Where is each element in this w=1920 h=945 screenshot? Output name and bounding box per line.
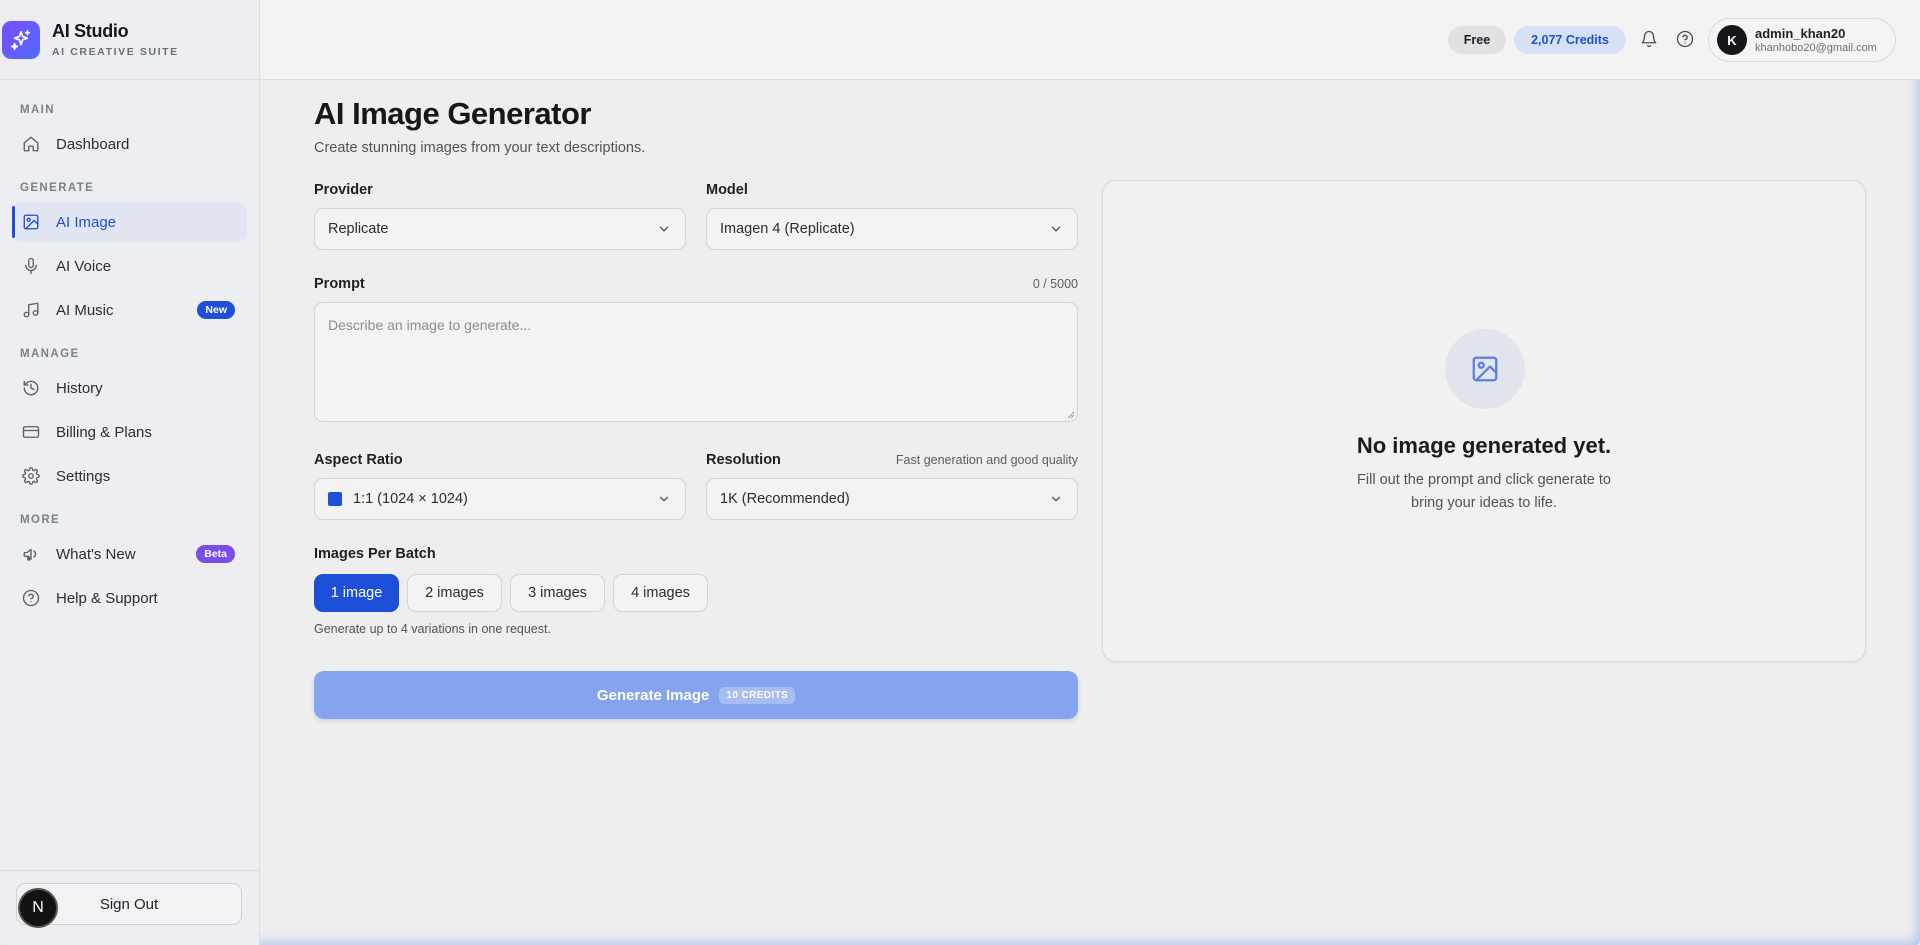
brand: AI Studio AI CREATIVE SUITE xyxy=(0,0,259,80)
page-title: AI Image Generator xyxy=(314,96,591,131)
sidebar: AI Studio AI CREATIVE SUITE MAIN Dashboa… xyxy=(0,0,260,945)
main-area: Free 2,077 Credits K admin_khan20 khanho… xyxy=(260,0,1920,945)
resize-handle-icon[interactable] xyxy=(1065,409,1075,419)
credit-cost-badge: 10 CREDITS xyxy=(719,686,796,704)
prompt-input[interactable]: Describe an image to generate... xyxy=(314,302,1078,422)
help-circle-icon[interactable] xyxy=(1676,30,1696,50)
floating-avatar[interactable]: N xyxy=(18,888,58,928)
sidebar-item-label: Settings xyxy=(56,467,111,485)
image-icon xyxy=(22,213,40,231)
resolution-value: 1K (Recommended) xyxy=(720,491,850,507)
provider-select[interactable]: Replicate xyxy=(314,208,686,250)
topbar: Free 2,077 Credits K admin_khan20 khanho… xyxy=(260,0,1920,80)
app-window: AI Studio AI CREATIVE SUITE MAIN Dashboa… xyxy=(0,0,1920,945)
chevron-down-icon xyxy=(657,492,671,506)
sidebar-item-label: Dashboard xyxy=(56,135,130,153)
generator-content: AI Image Generator Create stunning image… xyxy=(314,96,1920,719)
new-badge: New xyxy=(197,301,235,319)
chevron-down-icon xyxy=(657,222,671,236)
sidebar-item-settings[interactable]: Settings xyxy=(12,456,247,496)
sidebar-item-help[interactable]: Help & Support xyxy=(12,578,247,618)
batch-hint: Generate up to 4 variations in one reque… xyxy=(314,622,551,636)
provider-value: Replicate xyxy=(328,221,389,237)
resolution-label: Resolution xyxy=(706,452,781,468)
sidebar-item-ai-music[interactable]: AI Music New xyxy=(12,290,247,330)
sidebar-item-label: History xyxy=(56,379,103,397)
gear-icon xyxy=(22,467,40,485)
empty-state-line-2: bring your ideas to life. xyxy=(1411,495,1557,511)
batch-option-1[interactable]: 1 image xyxy=(314,574,399,612)
generate-label: Generate Image xyxy=(596,686,710,704)
aspect-ratio-value: 1:1 (1024 × 1024) xyxy=(353,491,468,507)
batch-option-3[interactable]: 3 images xyxy=(510,574,605,612)
resolution-select[interactable]: 1K (Recommended) xyxy=(706,478,1078,520)
brand-title: AI Studio xyxy=(52,21,129,41)
batch-label: Images Per Batch xyxy=(314,546,436,562)
sidebar-item-label: Help & Support xyxy=(56,589,158,607)
batch-option-2[interactable]: 2 images xyxy=(407,574,502,612)
chevron-down-icon xyxy=(1049,492,1063,506)
batch-options: 1 image 2 images 3 images 4 images xyxy=(314,574,1078,612)
batch-option-4[interactable]: 4 images xyxy=(613,574,708,612)
sparkle-logo-icon xyxy=(2,20,40,59)
preview-panel: No image generated yet. Fill out the pro… xyxy=(1102,180,1866,662)
sidebar-item-label: AI Music xyxy=(56,301,114,319)
aspect-square-icon xyxy=(328,492,342,506)
provider-label: Provider xyxy=(314,182,373,198)
aspect-ratio-select[interactable]: 1:1 (1024 × 1024) xyxy=(314,478,686,520)
empty-state-title: No image generated yet. xyxy=(1356,433,1612,458)
sidebar-item-billing[interactable]: Billing & Plans xyxy=(12,412,247,452)
history-icon xyxy=(22,379,40,397)
megaphone-icon xyxy=(22,545,40,563)
sidebar-item-label: What's New xyxy=(56,545,136,563)
page-subtitle: Create stunning images from your text de… xyxy=(314,140,646,156)
model-label: Model xyxy=(706,182,748,198)
sidebar-item-ai-image[interactable]: AI Image xyxy=(12,202,247,242)
model-select[interactable]: Imagen 4 (Replicate) xyxy=(706,208,1078,250)
beta-badge: Beta xyxy=(196,545,235,563)
sidebar-item-whats-new[interactable]: What's New Beta xyxy=(12,534,247,574)
help-circle-icon xyxy=(22,589,40,607)
microphone-icon xyxy=(22,257,40,275)
prompt-placeholder: Describe an image to generate... xyxy=(328,317,532,333)
sidebar-item-label: AI Image xyxy=(56,213,117,231)
chevron-down-icon xyxy=(1049,222,1063,236)
credits-badge[interactable]: 2,077 Credits xyxy=(1514,26,1626,54)
image-icon xyxy=(1445,329,1525,409)
resolution-hint: Fast generation and good quality xyxy=(895,453,1078,467)
nav-section-generate: GENERATE xyxy=(20,182,95,194)
home-icon xyxy=(22,135,40,153)
music-note-icon xyxy=(22,301,40,319)
empty-state-line-1: Fill out the prompt and click generate t… xyxy=(1357,472,1611,488)
sidebar-item-history[interactable]: History xyxy=(12,368,247,408)
avatar: K xyxy=(1717,25,1747,55)
model-value: Imagen 4 (Replicate) xyxy=(720,221,855,237)
sidebar-nav: MAIN Dashboard GENERATE AI Image AI Voic… xyxy=(0,80,259,618)
user-name: admin_khan20 xyxy=(1755,26,1846,41)
sidebar-item-label: Billing & Plans xyxy=(56,423,152,441)
nav-section-manage: MANAGE xyxy=(20,348,80,360)
bell-icon[interactable] xyxy=(1640,30,1660,50)
generate-image-button[interactable]: Generate Image 10 CREDITS xyxy=(314,671,1078,719)
user-email: khanhobo20@gmail.com xyxy=(1755,42,1877,54)
nav-section-more: MORE xyxy=(20,514,61,526)
sidebar-item-dashboard[interactable]: Dashboard xyxy=(12,124,247,164)
user-menu[interactable]: K admin_khan20 khanhobo20@gmail.com xyxy=(1708,18,1896,62)
empty-state-description: Fill out the prompt and click generate t… xyxy=(1103,469,1865,515)
credit-card-icon xyxy=(22,423,40,441)
sidebar-item-label: AI Voice xyxy=(56,257,112,275)
brand-subtitle: AI CREATIVE SUITE xyxy=(52,46,179,58)
sidebar-item-ai-voice[interactable]: AI Voice xyxy=(12,246,247,286)
aspect-ratio-label: Aspect Ratio xyxy=(314,452,403,468)
prompt-label: Prompt xyxy=(314,276,365,292)
nav-section-main: MAIN xyxy=(20,104,55,116)
prompt-char-counter: 0 / 5000 xyxy=(1032,277,1078,291)
plan-badge[interactable]: Free xyxy=(1448,26,1506,54)
